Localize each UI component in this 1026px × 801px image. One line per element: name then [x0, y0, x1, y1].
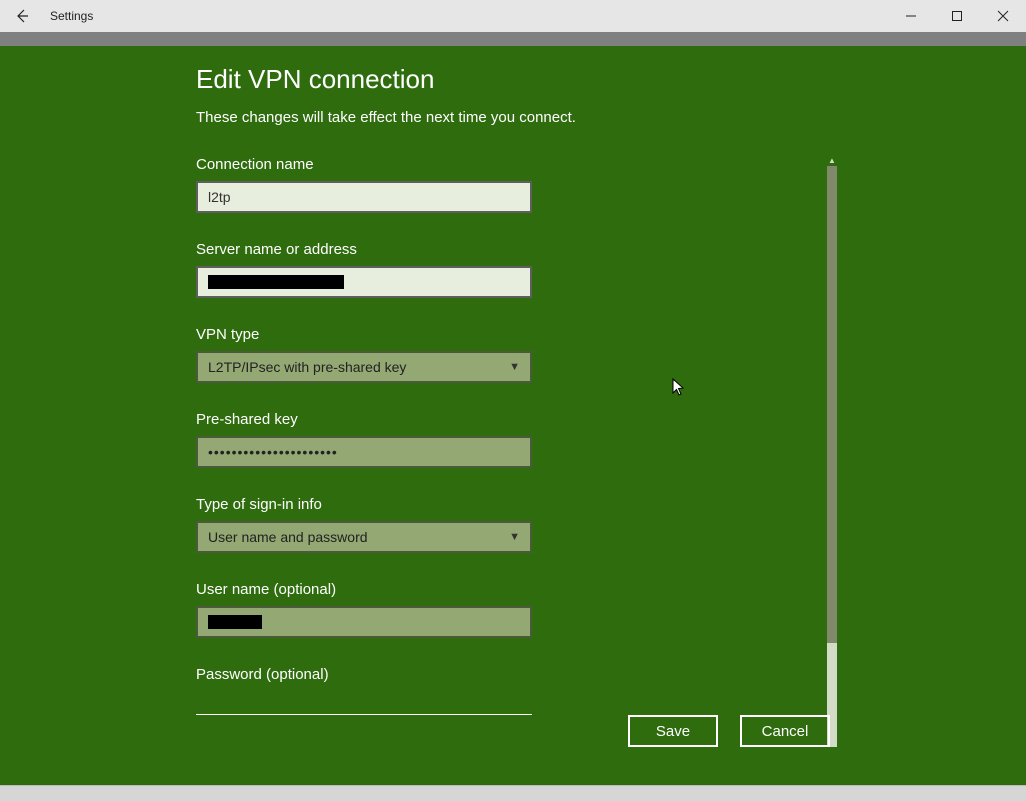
chevron-down-icon: ▼ [509, 531, 520, 543]
vpn-type-value: L2TP/IPsec with pre-shared key [208, 359, 406, 375]
password-label: Password (optional) [196, 666, 836, 683]
server-address-label: Server name or address [196, 241, 836, 258]
minimize-button[interactable] [888, 0, 934, 32]
vpn-type-select[interactable]: L2TP/IPsec with pre-shared key ▼ [196, 351, 532, 383]
password-input[interactable] [196, 691, 532, 715]
username-label: User name (optional) [196, 581, 836, 598]
signin-type-label: Type of sign-in info [196, 496, 836, 513]
psk-input[interactable] [196, 436, 532, 468]
modal-overlay: Edit VPN connection These changes will t… [0, 46, 1026, 785]
back-arrow-icon [14, 8, 30, 24]
psk-label: Pre-shared key [196, 411, 836, 428]
server-address-input[interactable] [196, 266, 532, 298]
close-button[interactable] [980, 0, 1026, 32]
titlebar: Settings [0, 0, 1026, 32]
redacted-server-text [208, 275, 344, 289]
vpn-edit-dialog: Edit VPN connection These changes will t… [0, 46, 1026, 785]
maximize-button[interactable] [934, 0, 980, 32]
connection-name-input[interactable] [196, 181, 532, 213]
signin-type-value: User name and password [208, 529, 368, 545]
window-title: Settings [50, 9, 93, 23]
back-button[interactable] [6, 0, 38, 32]
username-input[interactable] [196, 606, 532, 638]
dialog-button-row: Save Cancel [628, 715, 830, 747]
dialog-title: Edit VPN connection [196, 64, 836, 95]
cancel-button[interactable]: Cancel [740, 715, 830, 747]
content-header-peek [0, 32, 1026, 46]
chevron-down-icon: ▼ [509, 361, 520, 373]
save-button[interactable]: Save [628, 715, 718, 747]
background-footer-peek [0, 785, 1026, 801]
maximize-icon [951, 10, 963, 22]
redacted-username-text [208, 615, 262, 629]
scroll-up-button[interactable]: ▲ [827, 155, 837, 165]
close-icon [997, 10, 1009, 22]
window-controls [888, 0, 1026, 32]
vpn-type-label: VPN type [196, 326, 836, 343]
dialog-subtitle: These changes will take effect the next … [196, 109, 836, 126]
signin-type-select[interactable]: User name and password ▼ [196, 521, 532, 553]
connection-name-label: Connection name [196, 156, 836, 173]
settings-window: Settings Edit VPN connection These chang… [0, 0, 1026, 801]
minimize-icon [905, 10, 917, 22]
